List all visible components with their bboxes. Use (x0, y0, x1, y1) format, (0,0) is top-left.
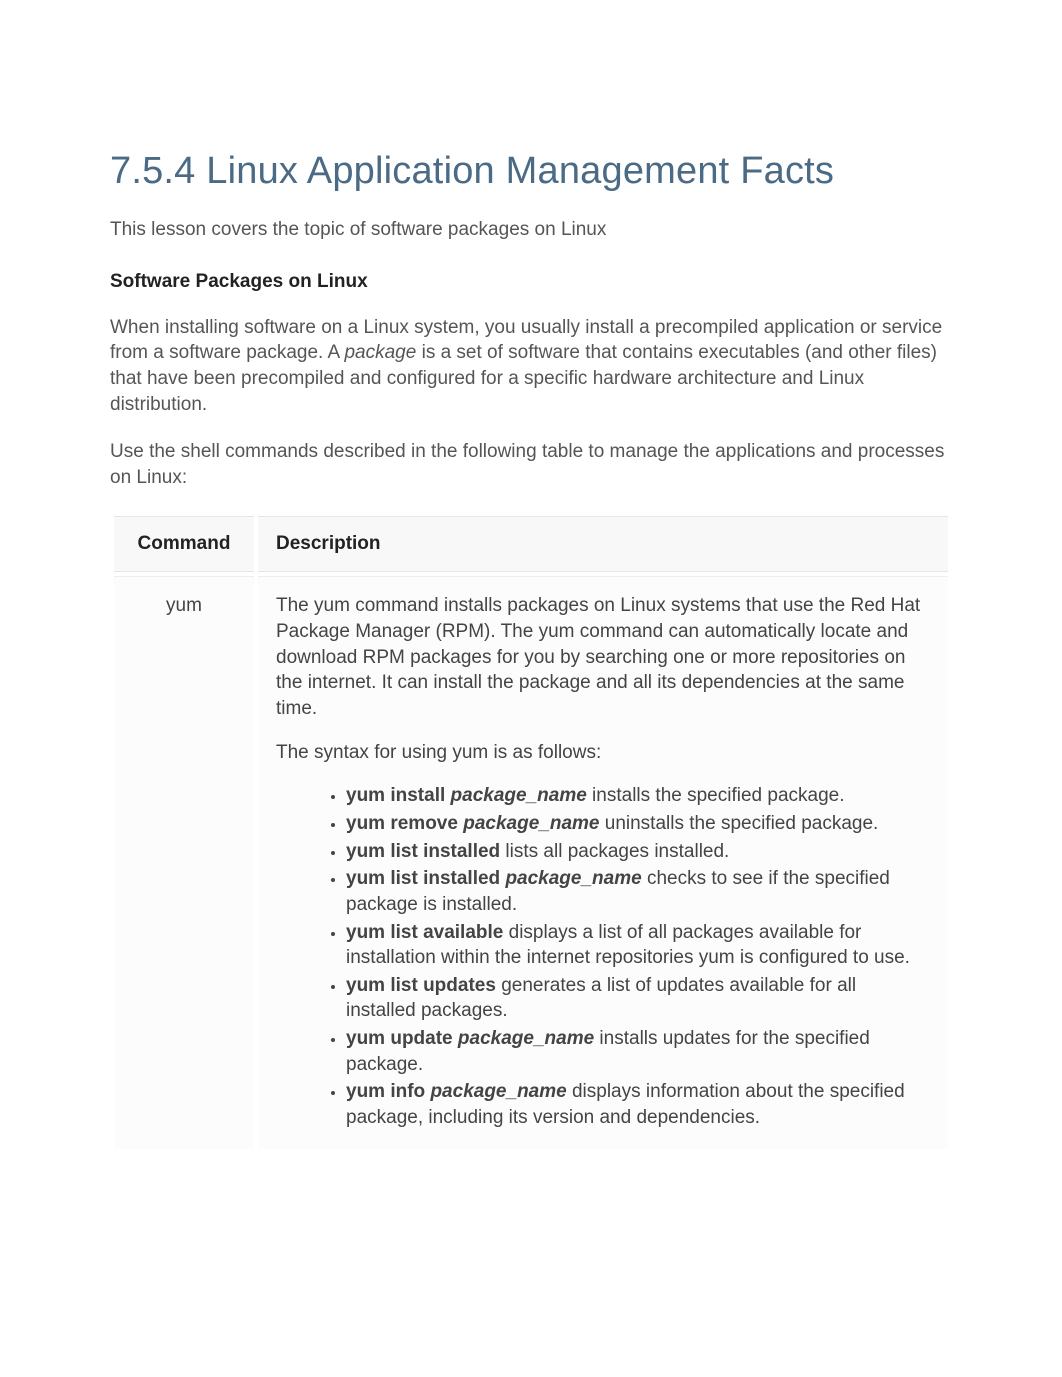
commands-table: Command Description yum The yum command … (110, 512, 952, 1152)
list-item: yum update package_name installs updates… (346, 1026, 930, 1077)
table-row: yum The yum command installs packages on… (114, 576, 948, 1148)
cmd-bold: yum list installed (346, 841, 500, 862)
cmd-bold: yum remove (346, 813, 463, 834)
table-header-row: Command Description (114, 516, 948, 572)
para1-italic: package (344, 342, 416, 363)
list-item: yum list installed lists all packages in… (346, 839, 930, 865)
cmd-rest: lists all packages installed. (500, 841, 729, 862)
document-page: 7.5.4 Linux Application Management Facts… (0, 0, 1062, 1253)
syntax-list: yum install package_name installs the sp… (276, 783, 930, 1130)
page-title: 7.5.4 Linux Application Management Facts (110, 150, 952, 193)
cmd-bold: yum install (346, 785, 451, 806)
list-item: yum list installed package_name checks t… (346, 866, 930, 917)
cmd-arg: package_name (505, 868, 641, 889)
list-item: yum remove package_name uninstalls the s… (346, 811, 930, 837)
paragraph-package-definition: When installing software on a Linux syst… (110, 315, 952, 418)
list-item: yum list available displays a list of al… (346, 920, 930, 971)
cmd-rest: uninstalls the specified package. (599, 813, 878, 834)
cmd-arg: package_name (451, 785, 587, 806)
command-name-cell: yum (114, 576, 254, 1148)
list-item: yum list updates generates a list of upd… (346, 973, 930, 1024)
cmd-bold: yum list available (346, 922, 503, 943)
cmd-rest: installs the specified package. (587, 785, 845, 806)
yum-description-2: The syntax for using yum is as follows: (276, 740, 930, 766)
cmd-bold: yum update (346, 1028, 458, 1049)
intro-text: This lesson covers the topic of software… (110, 217, 952, 243)
cmd-arg: package_name (463, 813, 599, 834)
cmd-bold: yum info (346, 1081, 430, 1102)
command-description-cell: The yum command installs packages on Lin… (258, 576, 948, 1148)
paragraph-table-intro: Use the shell commands described in the … (110, 439, 952, 490)
list-item: yum install package_name installs the sp… (346, 783, 930, 809)
section-heading: Software Packages on Linux (110, 271, 952, 293)
cmd-bold: yum list updates (346, 975, 496, 996)
cmd-bold: yum list installed (346, 868, 505, 889)
list-item: yum info package_name displays informati… (346, 1079, 930, 1130)
header-description: Description (258, 516, 948, 572)
yum-description-1: The yum command installs packages on Lin… (276, 593, 930, 721)
cmd-arg: package_name (430, 1081, 566, 1102)
cmd-arg: package_name (458, 1028, 594, 1049)
header-command: Command (114, 516, 254, 572)
